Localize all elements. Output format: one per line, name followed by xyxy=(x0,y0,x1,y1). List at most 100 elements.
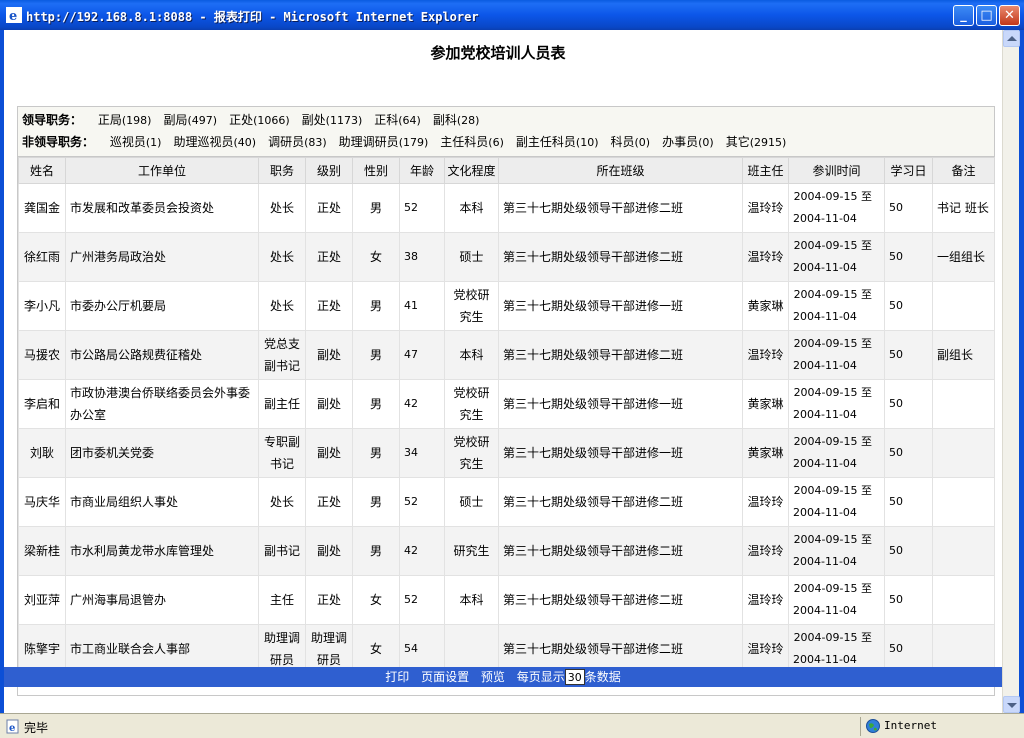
page-done-icon: e xyxy=(6,719,19,734)
column-header: 姓名 xyxy=(18,157,66,184)
cell-name: 刘亚萍 xyxy=(18,575,66,625)
cell-sex: 男 xyxy=(352,428,400,478)
table-row: 刘耿 团市委机关党委 专职副书记 副处男 34 党校研究生 第三十七期处级领导干部进修一班黄… xyxy=(18,428,995,478)
per-page-prefix: 每页显示 xyxy=(516,670,565,684)
cell-sex: 男 xyxy=(352,281,400,331)
cell-note xyxy=(932,379,995,429)
cell-level: 副处 xyxy=(305,428,353,478)
cell-name: 李小凡 xyxy=(18,281,66,331)
cell-sex: 女 xyxy=(352,575,400,625)
column-header: 所在班级 xyxy=(498,157,743,184)
non-leader-filter-9[interactable]: 其它(2915) xyxy=(726,131,787,154)
non-leader-filter-3[interactable]: 调研员(83) xyxy=(268,131,327,154)
scroll-up-button[interactable] xyxy=(1003,30,1020,47)
filter-name: 调研员 xyxy=(268,135,305,149)
cell-education: 党校研究生 xyxy=(444,428,499,478)
cell-training-time: 2004-09-15 至 2004-11-04 xyxy=(788,526,885,576)
filter-name: 副科 xyxy=(432,113,457,127)
filter-count: (2915) xyxy=(749,136,787,149)
status-divider xyxy=(860,717,861,736)
non-leader-filter-6[interactable]: 副主任科员(10) xyxy=(516,131,599,154)
leader-filter-6[interactable]: 副科(28) xyxy=(433,109,480,132)
cell-training-time: 2004-09-15 至 2004-11-04 xyxy=(788,428,885,478)
time-from: 2004-09-15 至 xyxy=(793,288,872,301)
cell-unit: 市发展和改革委员会投资处 xyxy=(65,183,259,233)
cell-unit: 市公路局公路规费征稽处 xyxy=(65,330,259,380)
cell-unit: 市水利局黄龙带水库管理处 xyxy=(65,526,259,576)
leader-filter-5[interactable]: 正科(64) xyxy=(374,109,421,132)
cell-age: 42 xyxy=(399,526,445,576)
scroll-down-button[interactable] xyxy=(1003,696,1020,713)
page-title: 参加党校培训人员表 xyxy=(430,44,566,62)
cell-study-days: 50 xyxy=(884,232,933,282)
cell-teacher: 黄家琳 xyxy=(742,428,789,478)
non-leader-filter-7[interactable]: 科员(0) xyxy=(611,131,651,154)
leader-filter-2[interactable]: 副局(497) xyxy=(163,109,217,132)
cell-note xyxy=(932,281,995,331)
table-row: 李小凡 市委办公厅机要局 处长 正处男 41 党校研究生 第三十七期处级领导干部进修一班 黄家… xyxy=(18,281,995,331)
cell-training-time: 2004-09-15 至 2004-11-04 xyxy=(788,330,885,380)
cell-note: 一组组长 xyxy=(932,232,995,282)
cell-name: 刘耿 xyxy=(18,428,66,478)
cell-teacher: 温玲玲 xyxy=(742,526,789,576)
cell-study-days: 50 xyxy=(884,526,933,576)
table-row: 马庆华 市商业局组织人事处 处长 正处男 52 硕士 第三十七期处级领导干部进修二班 温玲玲 2… xyxy=(18,477,995,527)
column-header: 学习日 xyxy=(884,157,933,184)
cell-sex: 男 xyxy=(352,183,400,233)
preview-link[interactable]: 预览 xyxy=(481,667,505,687)
time-to: 2004-11-04 xyxy=(793,604,857,617)
filter-count: (83) xyxy=(304,136,327,149)
per-page-suffix: 条数据 xyxy=(584,670,621,684)
print-toolbar: 打印 页面设置 预览 每页显示 条数据 xyxy=(4,667,1002,687)
page-setup-link[interactable]: 页面设置 xyxy=(421,667,469,687)
filter-count: (1066) xyxy=(253,114,290,127)
table-row: 李启和 市政协港澳台侨联络委员会外事委办公室 副主任 副处男 42 党校研究生 第三十七期处… xyxy=(18,379,995,429)
print-link[interactable]: 打印 xyxy=(385,667,409,687)
cell-age: 52 xyxy=(399,575,445,625)
report-panel: 领导职务： 正局(198) 副局(497) 正处(1066) 副处(1173) 正科(6… xyxy=(17,106,995,696)
vertical-scrollbar[interactable] xyxy=(1002,30,1020,713)
cell-study-days: 50 xyxy=(884,379,933,429)
cell-study-days: 50 xyxy=(884,477,933,527)
status-bar: e 完毕 Internet xyxy=(0,713,1024,738)
non-leader-filter-1[interactable]: 巡视员(1) xyxy=(110,131,162,154)
minimize-icon: _ xyxy=(960,8,967,23)
non-leader-filter-8[interactable]: 办事员(0) xyxy=(662,131,714,154)
time-from: 2004-09-15 至 xyxy=(793,386,872,399)
minimize-button[interactable]: _ xyxy=(953,5,974,26)
non-leader-filter-2[interactable]: 助理巡视员(40) xyxy=(173,131,256,154)
filter-name: 正局 xyxy=(97,113,122,127)
time-from: 2004-09-15 至 xyxy=(793,582,872,595)
time-to: 2004-11-04 xyxy=(793,457,857,470)
filter-name: 副局 xyxy=(163,113,188,127)
cell-post: 处长 xyxy=(258,232,306,282)
leader-filter-3[interactable]: 正处(1066) xyxy=(229,109,290,132)
column-header: 备注 xyxy=(932,157,995,184)
close-button[interactable]: ✕ xyxy=(999,5,1020,26)
leader-filter-4[interactable]: 副处(1173) xyxy=(302,109,363,132)
leader-filter-1[interactable]: 正局(198) xyxy=(98,109,152,132)
non-leader-filter-5[interactable]: 主任科员(6) xyxy=(440,131,504,154)
cell-class: 第三十七期处级领导干部进修一班 xyxy=(498,379,743,429)
column-header: 工作单位 xyxy=(65,157,259,184)
per-page-input[interactable] xyxy=(564,669,585,685)
maximize-button[interactable]: □ xyxy=(976,5,997,26)
filter-count: (40) xyxy=(233,136,257,149)
cell-post: 专职副书记 xyxy=(258,428,306,478)
cell-name: 马援农 xyxy=(18,330,66,380)
filter-name: 主任科员 xyxy=(440,135,489,149)
cell-study-days: 50 xyxy=(884,428,933,478)
cell-level: 副处 xyxy=(305,526,353,576)
cell-age: 34 xyxy=(399,428,445,478)
internet-globe-icon xyxy=(866,719,880,733)
filter-count: (497) xyxy=(187,114,218,127)
cell-age: 41 xyxy=(399,281,445,331)
cell-teacher: 温玲玲 xyxy=(742,330,789,380)
filter-name: 巡视员 xyxy=(109,135,146,149)
filter-name: 科员 xyxy=(610,135,635,149)
cell-training-time: 2004-09-15 至 2004-11-04 xyxy=(788,379,885,429)
non-leader-filter-4[interactable]: 助理调研员(179) xyxy=(339,131,429,154)
cell-training-time: 2004-09-15 至 2004-11-04 xyxy=(788,281,885,331)
cell-education: 研究生 xyxy=(444,526,499,576)
cell-education: 本科 xyxy=(444,575,499,625)
